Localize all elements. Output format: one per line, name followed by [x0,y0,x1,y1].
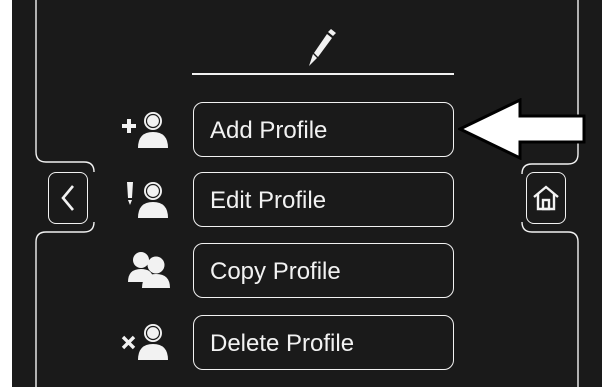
delete-user-icon [121,324,168,360]
device-screen: Add Profile Edit Profile Copy Profile De… [12,0,602,387]
chevron-left-icon [61,185,74,211]
pencil-icon [309,29,336,66]
back-button[interactable] [48,172,88,224]
header-divider [192,73,454,75]
add-user-icon [122,112,168,148]
edit-profile-button[interactable]: Edit Profile [193,172,454,227]
copy-users-icon [128,252,170,288]
copy-profile-button[interactable]: Copy Profile [193,243,454,298]
edit-user-icon [127,182,168,218]
delete-profile-button[interactable]: Delete Profile [193,315,454,370]
home-button[interactable] [526,172,566,224]
add-profile-button[interactable]: Add Profile [193,102,454,157]
pointer-arrow-icon [458,98,586,160]
home-icon [533,185,559,211]
